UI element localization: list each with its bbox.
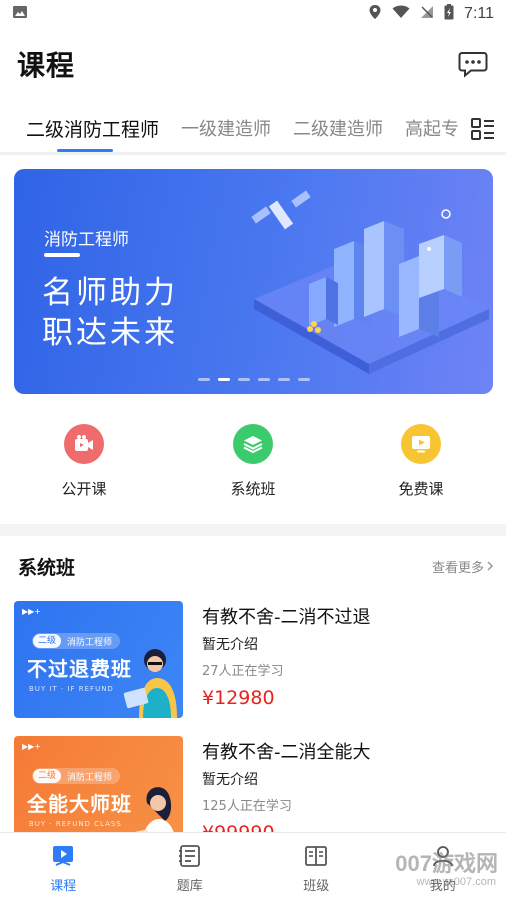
section-separator: [0, 524, 506, 536]
banner-pagination[interactable]: [198, 378, 310, 381]
nav-question-bank[interactable]: 题库: [127, 833, 254, 900]
course-description: 暂无介绍: [202, 772, 258, 788]
banner-underline: [44, 253, 80, 257]
thumb-level: 二级: [33, 634, 62, 648]
class-icon: [305, 846, 328, 866]
banner-title-line2: 职达未来: [42, 315, 178, 351]
course-thumbnail: ▶▶+ 二级 消防工程师 不过退费班 BUY IT · IF REFUND: [14, 601, 183, 718]
pagination-dot[interactable]: [238, 378, 250, 381]
pagination-dot[interactable]: [298, 378, 310, 381]
location-icon: [368, 4, 382, 24]
quick-label: 系统班: [230, 480, 276, 498]
course-learners: 27人正在学习: [202, 664, 284, 679]
course-learners: 125人正在学习: [202, 799, 292, 814]
section-header: 系统班 查看更多: [0, 548, 506, 584]
category-tabs: 二级消防工程师 一级建造师 二级建造师 高起专: [0, 102, 506, 154]
course-price: ¥12980: [202, 687, 275, 709]
nav-label: 班级: [303, 879, 330, 894]
wifi-icon: [392, 5, 410, 23]
watermark: 007游戏网: [395, 851, 498, 876]
no-signal-icon: [420, 5, 434, 23]
course-icon: [53, 846, 74, 866]
tab-constructor-2[interactable]: 二级建造师: [282, 102, 394, 154]
battery-icon: [444, 4, 454, 24]
pagination-dot[interactable]: [258, 378, 270, 381]
course-card[interactable]: ▶▶+ 二级 消防工程师 不过退费班 BUY IT · IF REFUND 有教…: [14, 601, 494, 719]
tab-constructor-1[interactable]: 一级建造师: [170, 102, 282, 154]
all-categories-button[interactable]: [470, 116, 496, 142]
layers-icon: [233, 424, 273, 464]
thumb-level: 二级: [33, 769, 62, 783]
promo-banner[interactable]: 消防工程师 名师助力 职达未来: [14, 169, 493, 394]
play-screen-icon: [401, 424, 441, 464]
video-icon: [64, 424, 104, 464]
chat-bubble-icon: [458, 52, 488, 78]
quick-label: 公开课: [61, 480, 107, 498]
nav-label: 课程: [50, 879, 77, 894]
pagination-dot[interactable]: [278, 378, 290, 381]
see-more-label: 查看更多: [431, 560, 484, 576]
status-time: 7:11: [464, 5, 494, 22]
city-illustration: [251, 190, 489, 374]
section-title: 系统班: [18, 556, 76, 579]
tabs-divider: [0, 152, 506, 155]
nav-class[interactable]: 班级: [253, 833, 380, 900]
banner-title-line1: 名师助力: [42, 275, 178, 311]
banner-subtitle: 消防工程师: [44, 230, 129, 250]
list-grid-icon: [471, 118, 494, 140]
quick-entries: 公开课 系统班 免费课: [0, 424, 506, 504]
app-header: 课程: [0, 28, 506, 100]
quick-system-class[interactable]: 系统班: [193, 424, 313, 499]
brand-logo-icon: ▶▶+: [22, 607, 42, 616]
gallery-icon: [12, 4, 28, 24]
quick-label: 免费课: [398, 480, 444, 498]
pagination-dot-active[interactable]: [218, 378, 230, 381]
status-bar: 7:11: [0, 0, 506, 28]
message-button[interactable]: [456, 47, 490, 81]
watermark-url: www.yx007.com: [416, 876, 496, 888]
tab-high-to-college[interactable]: 高起专: [394, 102, 460, 154]
tab-fire-engineer-2[interactable]: 二级消防工程师: [0, 102, 170, 154]
pagination-dot[interactable]: [198, 378, 210, 381]
nav-label: 题库: [176, 879, 203, 894]
course-title: 有教不舍-二消不过退: [202, 607, 371, 628]
brand-logo-icon: ▶▶+: [22, 742, 42, 751]
nav-course[interactable]: 课程: [0, 833, 127, 900]
course-description: 暂无介绍: [202, 637, 258, 653]
course-title: 有教不舍-二消全能大: [202, 742, 371, 763]
quick-free-course[interactable]: 免费课: [361, 424, 481, 499]
student-illustration: [123, 649, 177, 718]
page-title: 课程: [17, 49, 76, 82]
question-bank-icon: [178, 845, 200, 867]
thumb-caption: BUY IT · IF REFUND: [29, 685, 114, 693]
see-more-link[interactable]: 查看更多: [432, 557, 494, 576]
quick-open-course[interactable]: 公开课: [24, 424, 144, 499]
chevron-right-icon: [487, 561, 494, 571]
